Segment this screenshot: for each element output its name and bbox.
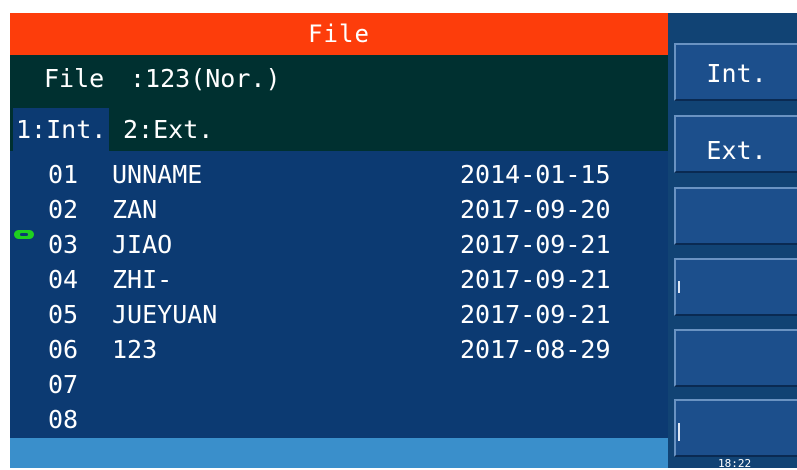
file-date: 2017-08-29 [460,335,611,364]
file-number: 03 [48,230,79,259]
file-date: 2017-09-21 [460,230,611,259]
key-edge-mark [678,423,680,441]
file-name: JUEYUAN [112,300,218,329]
file-name: JIAO [112,230,173,259]
list-item[interactable]: 07 [10,367,668,402]
page-title: File [10,13,668,55]
list-item[interactable]: 03 JIAO 2017-09-21 [10,227,668,262]
file-label: File [44,64,105,93]
status-bar [10,438,668,468]
current-file-row: File :123(Nor.) [10,55,668,103]
file-date: 2017-09-21 [460,265,611,294]
file-date: 2014-01-15 [460,160,611,189]
selection-cursor-icon [14,230,34,239]
file-name: ZAN [112,195,158,224]
tab-external[interactable]: 2:Ext. [120,108,216,151]
soft-key-internal[interactable]: Int. [674,43,797,101]
file-number: 04 [48,265,79,294]
key-edge-mark [678,281,680,293]
list-item[interactable]: 05 JUEYUAN 2017-09-21 [10,297,668,332]
file-number: 07 [48,370,79,399]
file-name: 123 [112,335,158,364]
list-item[interactable]: 06 123 2017-08-29 [10,332,668,367]
file-number: 02 [48,195,79,224]
soft-key-5[interactable] [674,329,797,387]
file-name: UNNAME [112,160,203,189]
file-number: 01 [48,160,79,189]
soft-key-3[interactable] [674,187,797,245]
file-name: ZHI- [112,265,173,294]
file-number: 08 [48,405,79,434]
clock: 18:22 [718,457,752,470]
soft-key-panel: Int. Ext. 18:22 [668,13,797,470]
list-item[interactable]: 08 [10,402,668,437]
file-date: 2017-09-21 [460,300,611,329]
list-item[interactable]: 04 ZHI- 2017-09-21 [10,262,668,297]
file-list: 01 UNNAME 2014-01-15 02 ZAN 2017-09-20 0… [10,151,668,438]
soft-key-external[interactable]: Ext. [674,115,797,173]
soft-key-6[interactable] [674,399,797,457]
file-value: :123(Nor.) [130,64,281,93]
list-item[interactable]: 02 ZAN 2017-09-20 [10,192,668,227]
file-number: 05 [48,300,79,329]
soft-key-4[interactable] [674,258,797,316]
list-item[interactable]: 01 UNNAME 2014-01-15 [10,157,668,192]
tab-internal[interactable]: 1:Int. [13,108,110,151]
file-screen: File File :123(Nor.) 1:Int. 2:Ext. 01 UN… [0,0,797,470]
file-number: 06 [48,335,79,364]
file-date: 2017-09-20 [460,195,611,224]
storage-tabs: 1:Int. 2:Ext. [10,103,668,151]
